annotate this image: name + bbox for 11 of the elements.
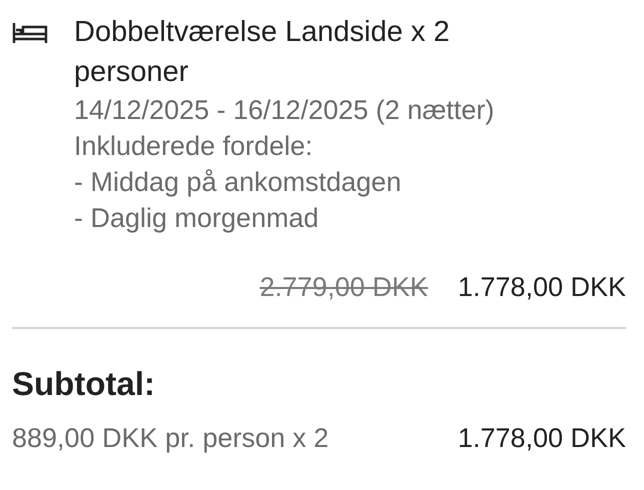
benefit-item: - Daglig morgenmad: [74, 202, 320, 235]
subtotal-amount: 1.778,00 DKK: [458, 423, 626, 454]
benefits-heading: Inkluderede fordele:: [74, 130, 314, 163]
room-price: 1.778,00 DKK: [458, 272, 626, 303]
original-price: 2.779,00 DKK: [260, 272, 428, 303]
bed-icon: [12, 22, 48, 44]
subtotal-label: Subtotal:: [12, 365, 156, 403]
subtotal-detail: 889,00 DKK pr. person x 2: [12, 423, 329, 454]
room-title: Dobbeltværelse Landside x 2 personer: [74, 15, 451, 90]
benefit-item: - Middag på ankomstdagen: [74, 166, 402, 199]
stay-dates: 14/12/2025 - 16/12/2025 (2 nætter): [74, 94, 496, 127]
